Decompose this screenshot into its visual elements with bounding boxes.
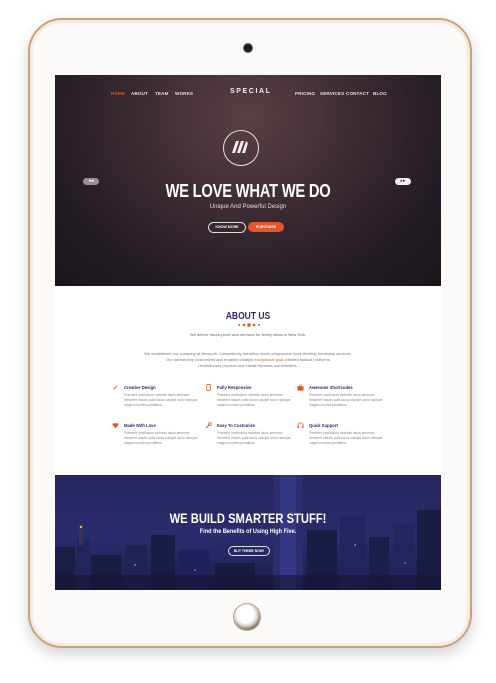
buy-theme-button[interactable]: BUY THEME NOW! xyxy=(228,546,270,556)
about-line-2a: Our partnership customized and enabled c… xyxy=(166,357,255,362)
nav-blog[interactable]: BLOG xyxy=(373,91,387,96)
site-logo[interactable]: SPECIAL xyxy=(230,88,272,95)
hero-subtitle: Unique And Powerful Design xyxy=(209,204,287,210)
nav-team[interactable]: TEAM xyxy=(155,91,169,96)
purchase-button[interactable]: PURCHASE xyxy=(248,222,284,232)
about-line-3: revolutionary process and initiate dynam… xyxy=(198,363,298,368)
feature-desc: Praesent vestibulum molestie lacus aenen… xyxy=(124,431,198,445)
about-lead: We deliver future-proof web services for… xyxy=(189,332,307,337)
nav-contact[interactable]: CONTACT xyxy=(346,91,369,96)
feature-desc: Praesent vestibulum molestie lacus aenen… xyxy=(124,393,198,407)
brand-mark-icon xyxy=(232,141,248,153)
about-highlight: exceptional goal xyxy=(254,357,284,362)
feature-title: Fully Responsive xyxy=(217,385,252,390)
feature-desc: Praesent vestibulum molestie lacus aenen… xyxy=(217,431,291,445)
briefcase-icon xyxy=(297,384,304,391)
website-screen: HOME ABOUT TEAM WORKS PRICING SERVICES C… xyxy=(55,75,441,590)
about-paragraph: We established our company at Newyork. C… xyxy=(125,351,371,369)
nav-about[interactable]: ABOUT xyxy=(131,91,148,96)
divider-dots-icon xyxy=(238,323,260,327)
feature-title: Awesome Shortcodes xyxy=(309,385,353,390)
headset-icon xyxy=(297,422,304,429)
feature-title: Easy To Customize xyxy=(217,423,256,428)
wrench-icon xyxy=(205,422,212,429)
about-title: ABOUT US xyxy=(225,311,271,322)
feature-title: Creative Design xyxy=(124,385,156,390)
heart-icon xyxy=(112,423,119,429)
cta-subtitle: Find the Benefits of Using High Five. xyxy=(199,528,297,535)
feature-title: Quick Support xyxy=(309,423,338,428)
rocket-icon xyxy=(112,384,119,391)
camera-dot xyxy=(244,44,252,52)
feature-desc: Praesent vestibulum molestie lacus aenen… xyxy=(309,393,383,407)
cta-title: WE BUILD SMARTER STUFF! xyxy=(169,510,327,526)
nav-services[interactable]: SERVICES xyxy=(320,91,344,96)
know-more-button[interactable]: KNOW MORE xyxy=(208,222,246,233)
nav-pricing[interactable]: PRICING xyxy=(295,91,315,96)
feature-title: Made With Love xyxy=(124,423,156,428)
about-line-2c: oriented tactical platforms xyxy=(283,357,330,362)
hero-title: WE LOVE WHAT WE DO xyxy=(165,181,331,201)
nav-works[interactable]: WORKS xyxy=(175,91,193,96)
home-button[interactable] xyxy=(234,604,260,630)
nav-home[interactable]: HOME xyxy=(111,91,125,96)
hero-section: HOME ABOUT TEAM WORKS PRICING SERVICES C… xyxy=(55,75,441,286)
feature-desc: Praesent vestibulum molestie lacus aenen… xyxy=(309,431,383,445)
mobile-icon xyxy=(206,384,211,391)
feature-desc: Praesent vestibulum molestie lacus aenen… xyxy=(217,393,291,407)
